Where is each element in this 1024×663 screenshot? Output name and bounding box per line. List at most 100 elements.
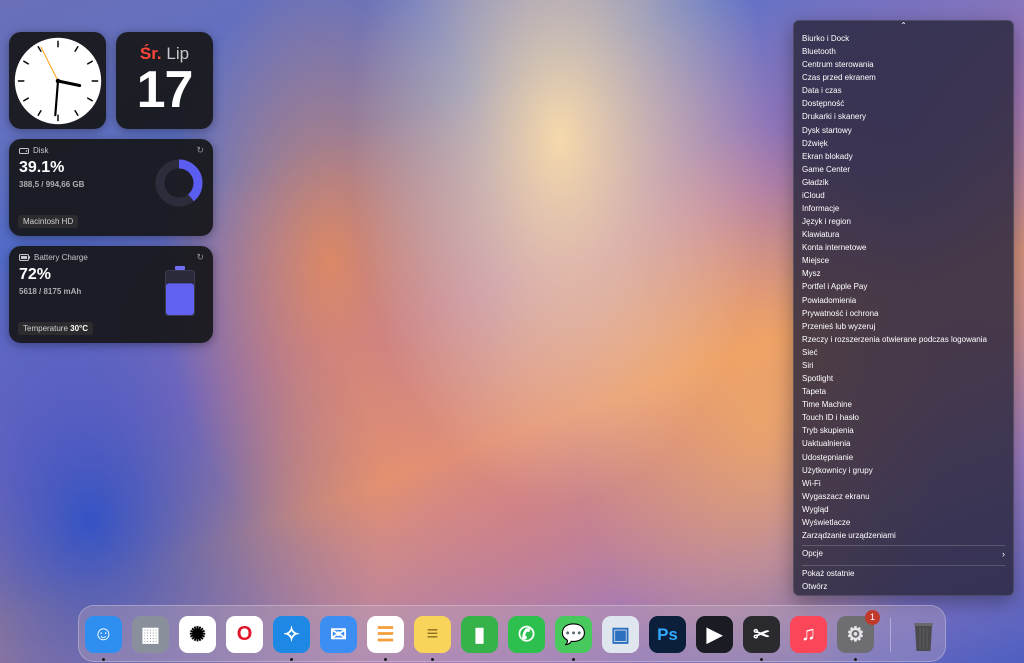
safari-icon[interactable]: ✧ [273, 616, 310, 653]
menu-item-settings-pane[interactable]: Zarządzanie urządzeniami [802, 529, 1007, 542]
menu-item-settings-pane[interactable]: Spotlight [802, 372, 1007, 385]
menu-item-settings-pane[interactable]: Gładzik [802, 176, 1007, 189]
menu-item-settings-pane[interactable]: Użytkownicy i grupy [802, 464, 1007, 477]
disk-icon [19, 147, 29, 154]
reminders-icon[interactable]: ☰ [367, 616, 404, 653]
menu-item-options[interactable]: Opcje › [802, 549, 1005, 559]
menu-item-settings-pane[interactable]: Time Machine [802, 398, 1007, 411]
battery-widget[interactable]: Battery Charge ↻ 72% 5618 / 8175 mAh Tem… [9, 246, 213, 343]
menu-item-settings-pane[interactable]: Tryb skupienia [802, 424, 1007, 437]
menu-item-settings-pane[interactable]: Język i region [802, 215, 1007, 228]
messages-icon[interactable]: 💬 [555, 616, 592, 653]
final-cut-pro-icon[interactable]: ✂ [743, 616, 780, 653]
menu-item-settings-pane[interactable]: Konta internetowe [802, 241, 1007, 254]
mail-icon[interactable]: ✉ [320, 616, 357, 653]
menu-item-settings-pane[interactable]: Rzeczy i rozszerzenia otwierane podczas … [802, 333, 1007, 346]
menu-item-settings-pane[interactable]: Przenieś lub wyzeruj [802, 320, 1007, 333]
numbers-glyph: ▮ [473, 624, 485, 646]
battery-widget-header: Battery Charge [19, 253, 88, 262]
battery-level-icon [165, 266, 195, 316]
finder-icon[interactable]: ☺ [85, 616, 122, 653]
menu-item-settings-pane[interactable]: Mysz [802, 267, 1007, 280]
menu-item-settings-pane[interactable]: Wygląd [802, 503, 1007, 516]
menu-item-settings-pane[interactable]: Touch ID i hasło [802, 411, 1007, 424]
menu-item-settings-pane[interactable]: Udostępnianie [802, 451, 1007, 464]
photoshop-glyph: Ps [657, 624, 678, 644]
menu-item-settings-pane[interactable]: Wi-Fi [802, 477, 1007, 490]
notification-badge: 1 [865, 610, 880, 625]
temperature-value: 30°C [70, 324, 89, 333]
options-label: Opcje [802, 549, 823, 558]
notes-icon[interactable]: ≡ [414, 616, 451, 653]
menu-item-settings-pane[interactable]: Tapeta [802, 385, 1007, 398]
calendar-widget[interactable]: Śr. Lip 17 [116, 32, 213, 129]
disk-percent: 39.1% [19, 159, 65, 176]
running-indicator [102, 658, 105, 661]
chevron-right-icon: › [1002, 549, 1005, 559]
menu-item-settings-pane[interactable]: Czas przed ekranem [802, 71, 1007, 84]
menu-item-settings-pane[interactable]: Wyświetlacze [802, 516, 1007, 529]
whatsapp-icon[interactable]: ✆ [508, 616, 545, 653]
menu-item-show-recent[interactable]: Pokaż ostatnie [802, 569, 1005, 578]
menu-item-settings-pane[interactable]: Dźwięk [802, 137, 1007, 150]
menu-item-settings-pane[interactable]: Game Center [802, 163, 1007, 176]
menu-item-settings-pane[interactable]: Drukarki i skanery [802, 110, 1007, 123]
clock-widget[interactable] [9, 32, 106, 129]
menu-item-settings-pane[interactable]: Wygaszacz ekranu [802, 490, 1007, 503]
opera-icon[interactable]: O [226, 616, 263, 653]
menu-item-settings-pane[interactable]: Ekran blokady [802, 150, 1007, 163]
messages-glyph: 💬 [561, 624, 586, 646]
menu-item-settings-pane[interactable]: Siri [802, 359, 1007, 372]
menu-item-settings-pane[interactable]: Dysk startowy [802, 124, 1007, 137]
menu-item-settings-pane[interactable]: Portfel i Apple Pay [802, 280, 1007, 293]
menu-item-settings-pane[interactable]: iCloud [802, 189, 1007, 202]
infuse-icon[interactable]: ▶ [696, 616, 733, 653]
music-icon[interactable]: ♫ [790, 616, 827, 653]
battery-widget-title: Battery Charge [34, 253, 88, 262]
running-indicator [384, 658, 387, 661]
dock: ☺ ▦ ✺ O ✧ ✉ ☰ ≡ ▮ ✆ 💬 ▣ Ps ▶ ✂ ♫ ⚙ 1 [78, 605, 946, 662]
menu-item-open[interactable]: Otwórz [802, 582, 1005, 591]
running-indicator [572, 658, 575, 661]
menu-item-settings-pane[interactable]: Powiadomienia [802, 294, 1007, 307]
system-settings-icon[interactable]: ⚙ 1 [837, 610, 880, 653]
disk-usage: 388,5 / 994,66 GB [19, 180, 85, 189]
safari-glyph: ✧ [283, 624, 300, 646]
menu-item-settings-pane[interactable]: Data i czas [802, 84, 1007, 97]
menu-item-settings-pane[interactable]: Klawiatura [802, 228, 1007, 241]
menu-item-settings-pane[interactable]: Miejsce [802, 254, 1007, 267]
menu-item-settings-pane[interactable]: Uaktualnienia [802, 437, 1007, 450]
menu-item-settings-pane[interactable]: Informacje [802, 202, 1007, 215]
chatgpt-glyph: ✺ [189, 624, 206, 646]
disk-widget[interactable]: Disk ↻ 39.1% 388,5 / 994,66 GB Macintosh… [9, 139, 213, 236]
scroll-up-icon[interactable]: ⌃ [794, 21, 1013, 30]
refresh-icon[interactable]: ↻ [196, 252, 204, 263]
whatsapp-glyph: ✆ [518, 624, 535, 646]
menu-item-settings-pane[interactable]: Bluetooth [802, 45, 1007, 58]
menu-item-settings-pane[interactable]: Centrum sterowania [802, 58, 1007, 71]
infuse-glyph: ▶ [706, 624, 723, 646]
menu-item-settings-pane[interactable]: Sieć [802, 346, 1007, 359]
disk-volume-name: Macintosh HD [18, 215, 79, 228]
disk-usage-donut [155, 159, 203, 207]
menu-item-settings-pane[interactable]: Prywatność i ochrona [802, 307, 1007, 320]
numbers-icon[interactable]: ▮ [461, 616, 498, 653]
opera-glyph: O [236, 623, 253, 645]
system-settings-dock-menu: ⌃ Biurko i Dock Bluetooth Centrum sterowan… [793, 20, 1014, 596]
running-indicator [431, 658, 434, 661]
photoshop-icon[interactable]: Ps [649, 616, 686, 653]
launchpad-icon[interactable]: ▦ [132, 616, 169, 653]
final-cut-pro-glyph: ✂ [753, 624, 770, 646]
disk-widget-header: Disk [19, 146, 49, 155]
running-indicator [854, 658, 857, 661]
battery-icon [19, 254, 30, 261]
menu-item-settings-pane[interactable]: Dostępność [802, 97, 1007, 110]
menu-separator [802, 565, 1005, 566]
refresh-icon[interactable]: ↻ [196, 145, 204, 156]
menu-item-settings-pane[interactable]: Biurko i Dock [802, 32, 1007, 45]
chatgpt-icon[interactable]: ✺ [179, 616, 216, 653]
trash-icon[interactable] [905, 616, 942, 653]
preview-icon[interactable]: ▣ [602, 616, 639, 653]
mail-glyph: ✉ [330, 624, 347, 646]
menu-separator [802, 545, 1005, 546]
